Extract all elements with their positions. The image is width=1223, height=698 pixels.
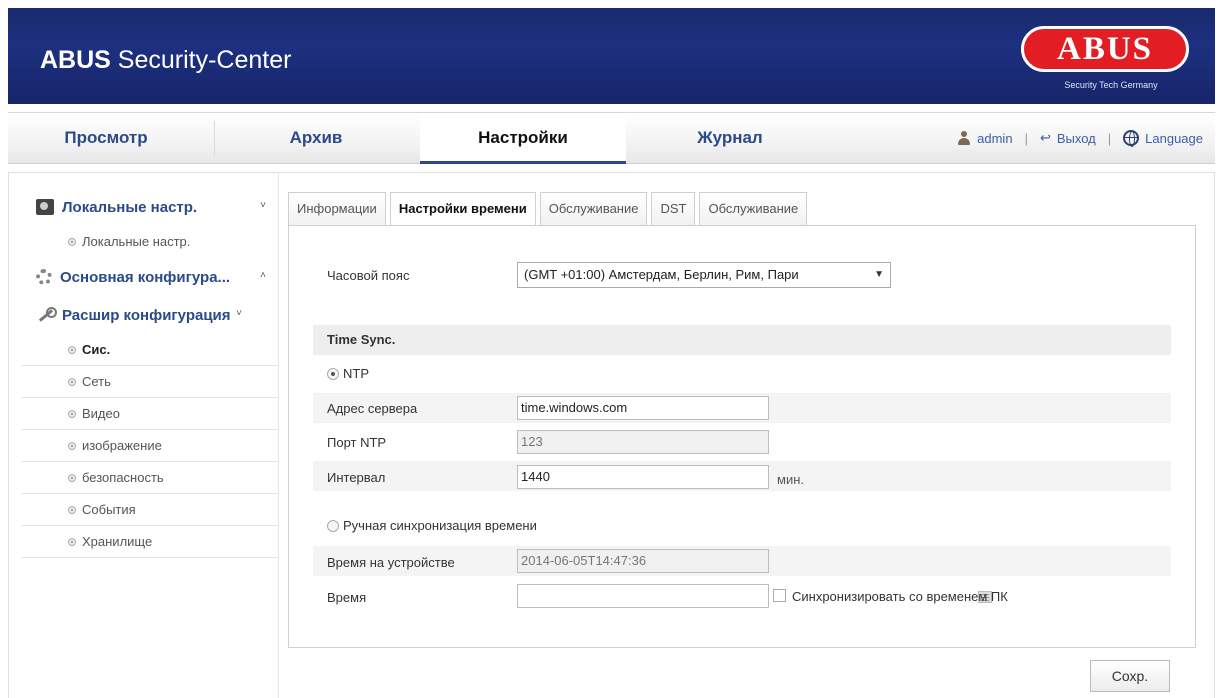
sidebar-group-label: Локальные настр. <box>62 198 198 216</box>
chevron-down-icon[interactable]: ˅ <box>236 308 242 319</box>
ntp-label: NTP <box>343 366 369 381</box>
sidebar-item-video[interactable]: Видео <box>22 398 278 430</box>
interval-input[interactable]: 1440 <box>517 465 769 489</box>
nav-divider <box>214 121 215 157</box>
logo-mark: ABUS <box>1021 26 1189 72</box>
separator: | <box>1107 130 1112 146</box>
time-settings-panel: Часовой пояс (GMT +01:00) Амстердам, Бер… <box>288 225 1196 648</box>
tab-archive[interactable]: Архив <box>218 113 414 164</box>
server-address-input[interactable]: time.windows.com <box>517 396 769 420</box>
sidebar-item-label: Сис. <box>82 342 111 357</box>
logo-tagline: Security Tech Germany <box>1064 80 1158 90</box>
bullet-icon <box>68 346 76 354</box>
sync-pc-label: Синхронизировать со временем ПК <box>792 589 1008 604</box>
sidebar-item-local-settings[interactable]: Локальные настр. <box>22 226 278 258</box>
interval-label: Интервал <box>327 470 386 485</box>
sidebar-divider <box>278 172 279 698</box>
manual-sync-radio[interactable] <box>327 520 339 532</box>
sidebar-group-local[interactable]: Локальные настр. ˅ <box>22 188 278 226</box>
app-header: ABUS Security-Center ABUS Security Tech … <box>8 8 1215 104</box>
ntp-port-label: Порт NTP <box>327 435 387 450</box>
username[interactable]: admin <box>977 131 1012 146</box>
chevron-down-icon[interactable]: ˅ <box>260 200 266 211</box>
sidebar-group-basic[interactable]: Основная конфигура... ˄ <box>22 258 278 296</box>
sidebar-item-system[interactable]: Сис. <box>22 334 278 366</box>
user-icon <box>957 131 971 145</box>
sidebar-group-label: Расшир конфигурация <box>62 306 231 324</box>
top-nav: Просмотр Архив Настройки Журнал admin | … <box>8 112 1215 164</box>
sidebar-item-label: Сеть <box>82 374 111 389</box>
gear-icon <box>36 269 52 285</box>
sidebar-item-label: безопасность <box>82 470 164 485</box>
sidebar-group-advanced[interactable]: Расшир конфигурация ˅ <box>22 296 278 334</box>
time-input[interactable] <box>517 584 992 608</box>
chevron-up-icon[interactable]: ˄ <box>260 270 266 281</box>
tab-live-view[interactable]: Просмотр <box>8 113 204 164</box>
timezone-value: (GMT +01:00) Амстердам, Берлин, Рим, Пар… <box>524 267 799 282</box>
bullet-icon <box>68 442 76 450</box>
sidebar-item-label: изображение <box>82 438 162 453</box>
sidebar-item-label: Видео <box>82 406 120 421</box>
subtab-maintenance[interactable]: Обслуживание <box>539 192 648 226</box>
time-label: Время <box>327 590 367 605</box>
sidebar-item-label: Локальные настр. <box>82 234 191 249</box>
tab-settings[interactable]: Настройки <box>420 113 626 164</box>
device-time-label: Время на устройстве <box>327 555 455 570</box>
sidebar-item-events[interactable]: События <box>22 494 278 526</box>
sidebar-item-storage[interactable]: Хранилище <box>22 526 278 558</box>
save-button[interactable]: Сохр. <box>1090 660 1170 692</box>
sidebar-item-security[interactable]: безопасность <box>22 462 278 494</box>
tab-log[interactable]: Журнал <box>630 113 830 164</box>
separator: | <box>1024 130 1028 146</box>
device-time-input[interactable]: 2014-06-05T14:47:36 <box>517 549 769 573</box>
sidebar: Локальные настр. ˅ Локальные настр. Осно… <box>22 188 278 558</box>
sidebar-item-network[interactable]: Сеть <box>22 366 278 398</box>
subtab-info[interactable]: Информации <box>288 192 386 226</box>
app-title: ABUS Security-Center <box>40 46 292 74</box>
dropdown-arrow-icon: ▼ <box>874 269 884 280</box>
server-address-label: Адрес сервера <box>327 401 418 416</box>
ntp-port-input[interactable]: 123 <box>517 430 769 454</box>
bullet-icon <box>68 238 76 246</box>
bullet-icon <box>68 506 76 514</box>
subtab-dst[interactable]: DST <box>651 192 696 226</box>
sync-pc-checkbox[interactable] <box>773 589 786 602</box>
bullet-icon <box>68 410 76 418</box>
sidebar-item-image[interactable]: изображение <box>22 430 278 462</box>
logout-icon[interactable]: ↩ <box>1040 130 1051 146</box>
user-area: admin | ↩ Выход | Language <box>957 130 1203 147</box>
bullet-icon <box>68 378 76 386</box>
sidebar-item-label: События <box>82 502 136 517</box>
settings-subtabs: Информации Настройки времени Обслуживани… <box>288 192 811 227</box>
interval-unit: мин. <box>777 472 804 487</box>
timezone-label: Часовой пояс <box>327 268 410 283</box>
bullet-icon <box>68 474 76 482</box>
manual-sync-label: Ручная синхронизация времени <box>343 518 537 533</box>
abus-logo: ABUS Security Tech Germany <box>1021 22 1191 94</box>
bullet-icon <box>68 538 76 546</box>
sidebar-item-label: Хранилище <box>82 534 153 549</box>
globe-icon[interactable] <box>1123 130 1140 147</box>
logout-link[interactable]: Выход <box>1057 131 1096 146</box>
language-link[interactable]: Language <box>1145 131 1203 146</box>
section-time-sync: Time Sync. <box>313 325 1171 355</box>
subtab-time-settings[interactable]: Настройки времени <box>389 192 536 227</box>
wrench-icon <box>36 307 57 323</box>
camera-icon <box>36 199 54 215</box>
sidebar-group-label: Основная конфигура... <box>60 268 231 286</box>
timezone-select[interactable]: (GMT +01:00) Амстердам, Берлин, Рим, Пар… <box>517 262 891 288</box>
ntp-radio[interactable] <box>327 368 339 380</box>
subtab-maintenance-2[interactable]: Обслуживание <box>699 192 808 226</box>
